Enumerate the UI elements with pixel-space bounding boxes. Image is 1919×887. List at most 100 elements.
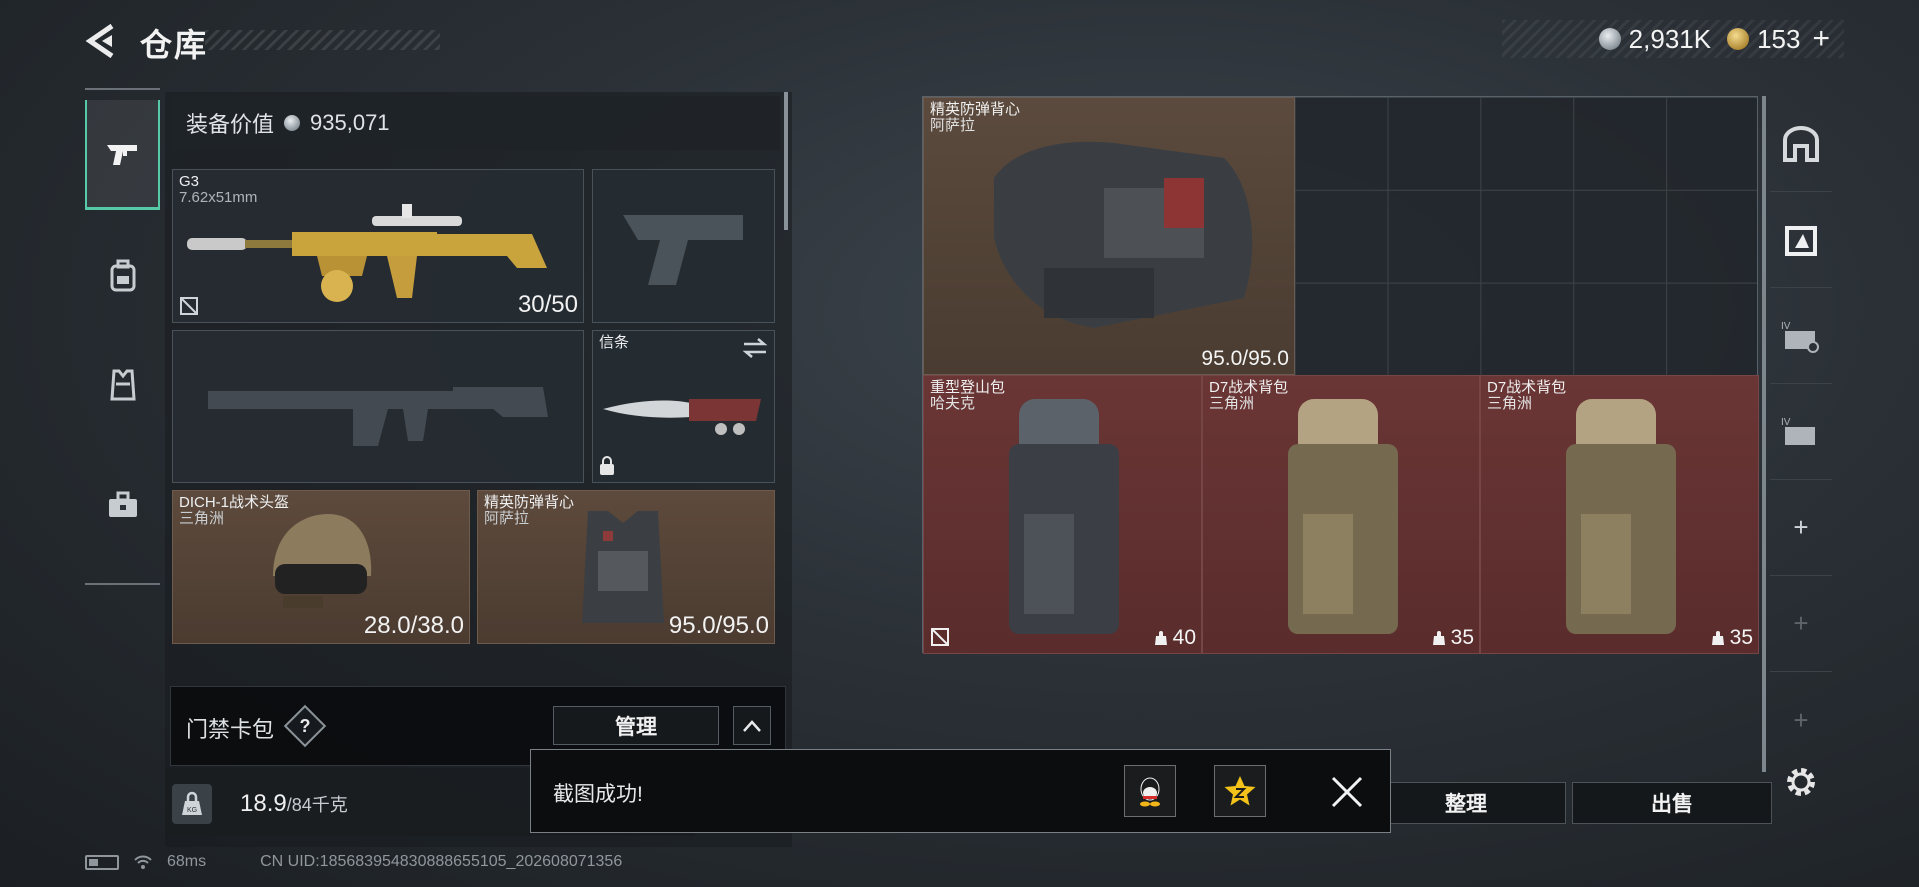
armor-origin: 阿萨拉 (484, 510, 530, 527)
qq-icon (1140, 777, 1160, 807)
equipment-value-bar: 装备价值 935,071 (172, 96, 780, 150)
storage-item-vest[interactable]: 精英防弹背心 阿萨拉 95.0/95.0 (923, 97, 1295, 375)
case-iv-icon: IV (1781, 417, 1815, 445)
share-qzone-button[interactable] (1214, 765, 1266, 817)
vest-icon (109, 369, 136, 401)
backpack-image (1566, 399, 1676, 634)
item-origin: 三角洲 (1487, 395, 1533, 412)
case-iv-icon: IV (1781, 321, 1819, 353)
silver-coin-icon (1598, 28, 1621, 50)
lock-icon (600, 456, 614, 475)
add-storage-button[interactable]: + (1770, 480, 1832, 576)
silver-amount: 2,931K (1628, 23, 1712, 54)
item-origin: 哈夫克 (930, 395, 976, 412)
close-icon[interactable] (1327, 772, 1367, 812)
kg-text: KG (187, 807, 197, 814)
item-origin: 三角洲 (1209, 395, 1255, 412)
battery-icon (85, 854, 119, 870)
secondary-weapon-slot-empty[interactable] (172, 330, 584, 483)
armor-slot[interactable]: 精英防弹背心 阿萨拉 95.0/95.0 (477, 490, 775, 644)
storage-item-bag[interactable]: D7战术背包 三角洲 35 (1202, 375, 1480, 654)
weapon-name: G3 (179, 173, 200, 190)
pistol-slot-empty[interactable] (592, 169, 775, 323)
title-decoration (205, 30, 440, 50)
carry-weight-max: /84千克 (286, 795, 348, 815)
chevron-up-icon (743, 719, 761, 732)
vault-icon (1783, 125, 1819, 162)
item-capacity: 40 (1153, 626, 1196, 650)
storage-category-bar: IV IV + + + (1770, 96, 1832, 776)
knife-image (603, 399, 761, 435)
nav-tab-armor[interactable] (85, 330, 160, 440)
page-title: 仓库 (140, 27, 209, 63)
expansion-box-icon (1785, 225, 1817, 256)
item-capacity-value: 35 (1450, 626, 1474, 649)
item-name: D7战术背包 (1209, 379, 1289, 396)
helmet-image (273, 514, 372, 608)
helmet-origin: 三角洲 (179, 510, 225, 527)
rifle-placeholder-icon (208, 387, 548, 446)
back-arrow-icon[interactable] (82, 22, 120, 60)
currency-bar: 2,931K 153 + (1502, 20, 1844, 58)
silver-coin-icon (284, 115, 301, 131)
toolbox-icon (108, 491, 137, 517)
storage-item-bag[interactable]: D7战术背包 三角洲 35 (1480, 375, 1759, 654)
share-qq-button[interactable] (1124, 765, 1176, 817)
item-name: 精英防弹背心 (930, 101, 1021, 118)
armor-vest-image (994, 141, 1253, 328)
nav-tab-backpack[interactable] (85, 220, 160, 330)
item-origin: 阿萨拉 (930, 117, 976, 134)
item-capacity: 35 (1431, 626, 1474, 650)
capacity-icon (1154, 631, 1167, 645)
primary-weapon-slot[interactable]: G3 7.62x51mm 30/50 (172, 169, 584, 323)
carry-weight: 18.9/84千克 (240, 790, 348, 818)
add-storage-button-locked: + (1770, 672, 1832, 768)
weight-kg-icon: KG (172, 784, 212, 824)
capacity-icon (1432, 631, 1445, 645)
capacity-icon (1711, 631, 1724, 645)
helmet-durability: 28.0/38.0 (363, 612, 464, 639)
plus-icon: + (1793, 608, 1809, 638)
unbound-icon (180, 297, 198, 315)
storage-category-main[interactable] (1770, 96, 1832, 192)
nav-tab-weapons[interactable] (85, 100, 160, 210)
collapse-button[interactable] (733, 706, 771, 745)
storage-category-iv-a[interactable]: IV (1770, 288, 1832, 384)
storage-scrollbar[interactable] (1762, 96, 1766, 772)
help-icon: ? (299, 716, 311, 736)
sort-button[interactable]: 整理 (1366, 782, 1566, 824)
storage-category-iv-b[interactable]: IV (1770, 384, 1832, 480)
backpack-image (1288, 399, 1398, 634)
melee-slot[interactable]: 信条 (592, 330, 775, 483)
carry-weight-current: 18.9 (240, 790, 287, 817)
qzone-star-icon (1224, 776, 1256, 806)
nav-tab-tools[interactable] (85, 450, 160, 560)
armor-name: 精英防弹背心 (484, 494, 575, 511)
gold-coin-icon (1727, 28, 1750, 50)
storage-category-expansion[interactable] (1770, 192, 1832, 288)
item-capacity: 35 (1710, 626, 1753, 650)
helmet-slot[interactable]: DICH-1战术头盔 三角洲 28.0/38.0 (172, 490, 470, 644)
swap-icon[interactable] (742, 337, 768, 359)
backpack-icon (110, 259, 135, 292)
equipment-scrollbar[interactable] (784, 92, 788, 230)
manage-button[interactable]: 管理 (553, 706, 719, 745)
sell-button[interactable]: 出售 (1572, 782, 1772, 824)
svg-text:IV: IV (1781, 321, 1791, 332)
toast-message: 截图成功! (553, 783, 643, 806)
unbound-icon (931, 628, 949, 646)
storage-item-bag[interactable]: 重型登山包 哈夫克 40 (923, 375, 1202, 654)
svg-text:IV: IV (1781, 417, 1791, 428)
equipment-value: 935,071 (310, 110, 390, 135)
add-currency-icon[interactable]: + (1812, 22, 1830, 56)
item-name: D7战术背包 (1487, 379, 1567, 396)
silver-currency: 2,931K (1598, 23, 1712, 55)
storage-grid[interactable]: 精英防弹背心 阿萨拉 95.0/95.0 重型登山包 哈夫克 40 D7战术背包… (922, 96, 1759, 654)
pistol-icon (106, 144, 137, 165)
gear-icon[interactable] (1783, 764, 1819, 800)
weapon-ammo: 30/50 (517, 291, 578, 318)
add-storage-button-locked: + (1770, 576, 1832, 672)
left-nav (85, 88, 160, 585)
ping-text: 68ms (167, 853, 207, 870)
gold-currency[interactable]: 153 + (1727, 22, 1830, 56)
